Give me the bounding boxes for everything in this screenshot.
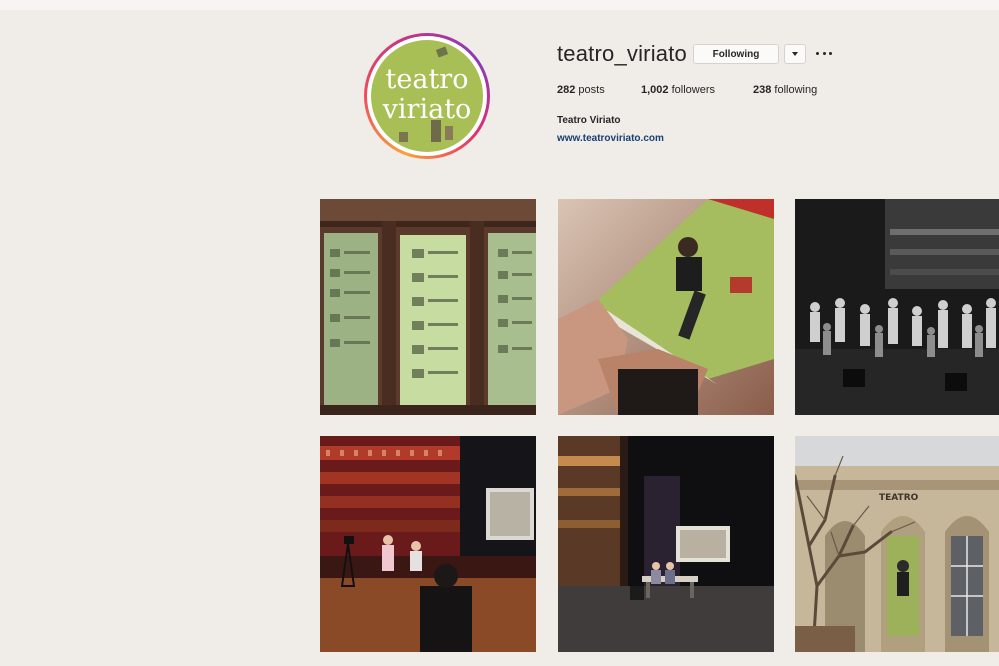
post-thumbnail-4[interactable]	[320, 436, 536, 652]
top-band	[0, 0, 999, 10]
post-image-1	[320, 199, 536, 415]
post-image-5	[558, 436, 774, 652]
suggestions-dropdown-button[interactable]	[784, 44, 806, 64]
avatar-text-line1: teatro	[386, 64, 469, 95]
followers-stat[interactable]: 1,002 followers	[641, 84, 715, 96]
profile-username: teatro_viriato	[557, 41, 687, 66]
post-thumbnail-6[interactable]: TEATRO	[795, 436, 999, 652]
post-image-3	[795, 199, 999, 415]
profile-avatar[interactable]: teatro viriato	[364, 33, 490, 159]
following-label: following	[774, 84, 818, 96]
ellipsis-dot	[829, 51, 832, 55]
ellipsis-icon[interactable]	[816, 48, 832, 58]
following-stat[interactable]: 238 following	[753, 84, 817, 96]
following-count: 238	[753, 84, 772, 96]
post-image-4	[320, 436, 536, 652]
avatar-text-line2: viriato	[382, 94, 472, 125]
following-button[interactable]: Following	[693, 44, 779, 64]
avatar-logo: teatro viriato	[371, 40, 483, 152]
post-image-6: TEATRO	[795, 436, 999, 652]
followers-count: 1,002	[641, 84, 669, 96]
followers-label: followers	[671, 84, 715, 96]
posts-count: 282	[557, 84, 576, 96]
caret-down-icon	[792, 52, 798, 56]
posts-stat: 282 posts	[557, 84, 605, 96]
profile-website-link[interactable]: www.teatroviriato.com	[557, 133, 664, 144]
post-thumbnail-5[interactable]	[558, 436, 774, 652]
post-image-2	[558, 199, 774, 415]
post-thumbnail-2[interactable]	[558, 199, 774, 415]
avatar-image: teatro viriato	[371, 40, 483, 152]
profile-full-name: Teatro Viriato	[557, 115, 621, 126]
posts-label: posts	[578, 84, 605, 96]
post-thumbnail-3[interactable]	[795, 199, 999, 415]
avatar-frame: teatro viriato	[367, 36, 487, 156]
instagram-profile-page: teatro viriato teatro_viriato Following …	[0, 0, 999, 666]
ellipsis-dot	[822, 51, 826, 55]
post6-facade-text: TEATRO	[879, 493, 919, 503]
post-thumbnail-1[interactable]	[320, 199, 536, 415]
ellipsis-dot	[816, 51, 819, 55]
